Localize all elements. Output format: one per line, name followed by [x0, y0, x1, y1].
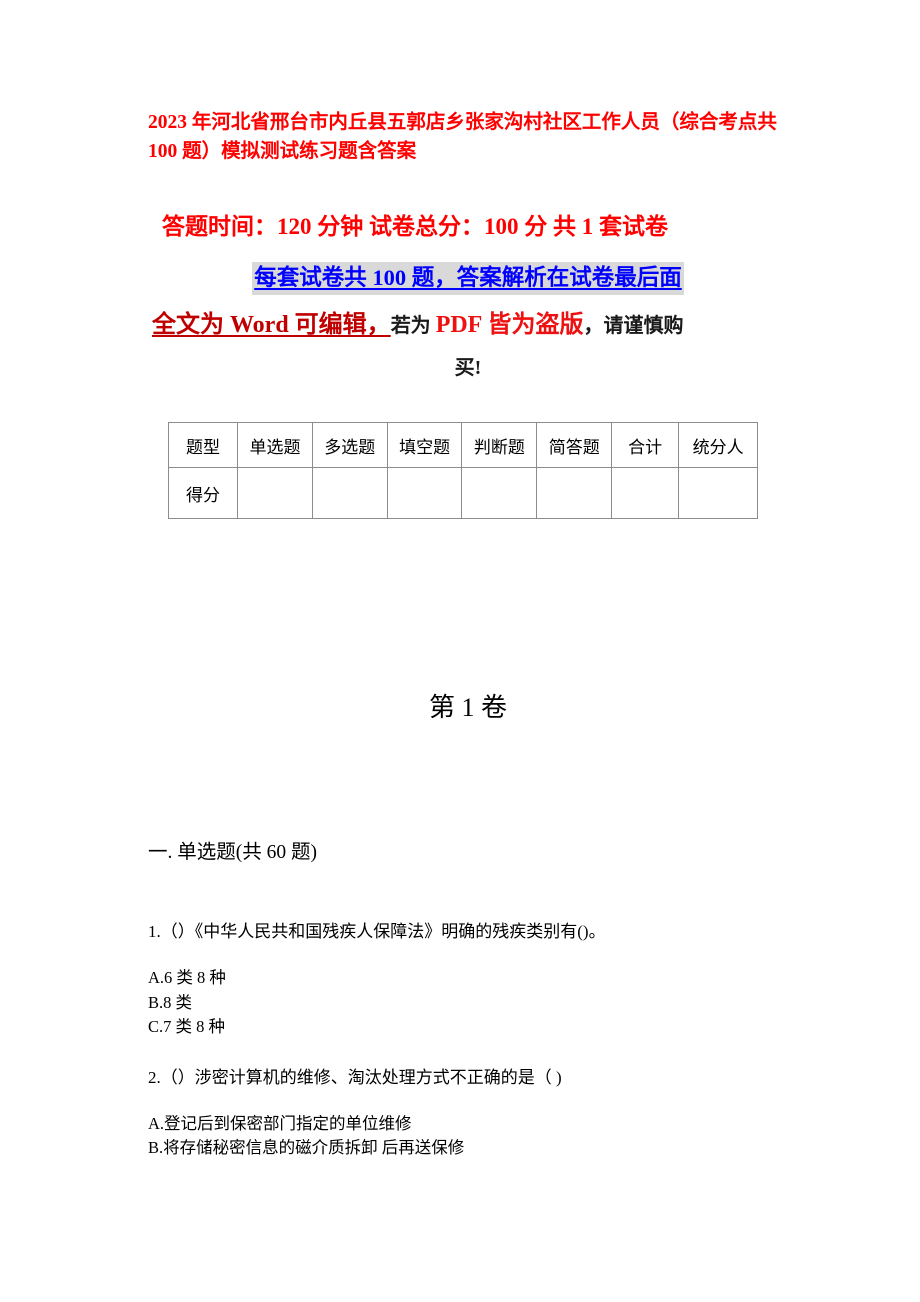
question-item: 2.（）涉密计算机的维修、淘汰处理方式不正确的是（ ) A.登记后到保密部门指定…	[148, 1066, 848, 1161]
table-header-cell: 题型	[167, 422, 239, 468]
question-option[interactable]: B.将存储秘密信息的磁介质拆卸 后再送保修	[148, 1136, 848, 1161]
table-cell-score[interactable]	[311, 467, 388, 519]
score-table: 题型 单选题 多选题 填空题 判断题 简答题 合计 统分人 得分	[167, 422, 758, 519]
table-cell-score[interactable]	[611, 467, 680, 519]
question-option[interactable]: A.6 类 8 种	[148, 966, 848, 991]
table-row-label: 得分	[167, 467, 239, 519]
table-header-cell: 简答题	[536, 422, 613, 468]
question-list: 1.（）《中华人民共和国残疾人保障法》明确的残疾类别有()。 A.6 类 8 种…	[148, 920, 848, 1161]
table-cell-score[interactable]	[237, 467, 313, 519]
table-cell-score[interactable]	[386, 467, 463, 519]
document-page: 2023 年河北省邢台市内丘县五郭店乡张家沟村社区工作人员（综合考点共 100 …	[0, 0, 920, 1302]
table-header-cell: 合计	[611, 422, 680, 468]
table-header-cell: 填空题	[386, 422, 463, 468]
table-cell-score[interactable]	[461, 467, 538, 519]
question-stem: 2.（）涉密计算机的维修、淘汰处理方式不正确的是（ )	[148, 1067, 562, 1087]
copyright-notice: 全文为 Word 可编辑，若为 PDF 皆为盗版，请谨慎购	[152, 307, 792, 344]
exam-info-line: 答题时间：120 分钟 试卷总分：100 分 共 1 套试卷	[162, 214, 668, 239]
copyright-notice-pdf-part: PDF 皆为盗版	[435, 312, 584, 338]
question-stem: 1.（）《中华人民共和国残疾人保障法》明确的残疾类别有()。	[148, 922, 606, 941]
table-header-cell: 单选题	[237, 422, 313, 468]
copyright-notice-tail: 买!	[454, 357, 482, 379]
table-header-cell: 统分人	[678, 422, 758, 468]
copyright-notice-word-part: 全文为 Word 可编辑，	[152, 312, 391, 338]
exam-note-highlight: 每套试卷共 100 题，答案解析在试卷最后面	[252, 262, 684, 295]
table-cell-score[interactable]	[678, 467, 758, 519]
table-row: 得分	[167, 467, 758, 519]
question-option[interactable]: C.7 类 8 种	[148, 1015, 848, 1040]
document-title: 2023 年河北省邢台市内丘县五郭店乡张家沟村社区工作人员（综合考点共 100 …	[148, 112, 777, 162]
table-header-cell: 判断题	[461, 422, 538, 468]
question-option[interactable]: A.登记后到保密部门指定的单位维修	[148, 1112, 848, 1137]
section-heading-single-choice: 一. 单选题(共 60 题)	[148, 842, 317, 863]
copyright-notice-caution-part: ，请谨慎购	[583, 315, 684, 337]
exam-note-wrapper: 每套试卷共 100 题，答案解析在试卷最后面	[148, 262, 788, 295]
table-cell-score[interactable]	[536, 467, 613, 519]
question-item: 1.（）《中华人民共和国残疾人保障法》明确的残疾类别有()。 A.6 类 8 种…	[148, 920, 848, 1040]
volume-heading: 第 1 卷	[428, 693, 507, 722]
copyright-notice-if-part: 若为	[390, 315, 436, 337]
table-header-cell: 多选题	[311, 422, 388, 468]
question-option[interactable]: B.8 类	[148, 991, 848, 1016]
table-row-header: 题型 单选题 多选题 填空题 判断题 简答题 合计 统分人	[167, 422, 758, 468]
question-spacer	[148, 1040, 848, 1066]
